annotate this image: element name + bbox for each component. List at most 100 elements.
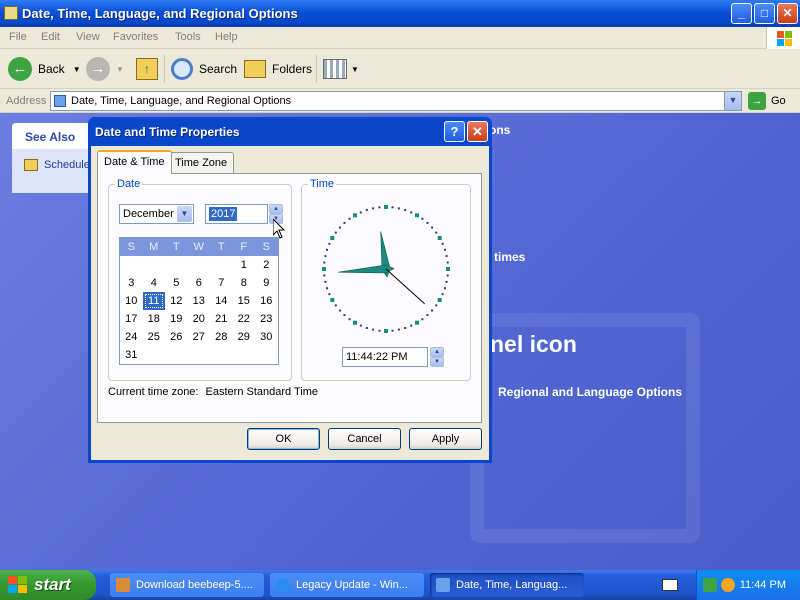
search-button[interactable]: Search — [171, 57, 237, 81]
calendar-day[interactable]: 3 — [120, 274, 143, 292]
calendar-day[interactable]: 20 — [188, 310, 211, 328]
up-folder-icon: ↑ — [136, 58, 158, 80]
calendar-day[interactable]: 17 — [120, 310, 143, 328]
analog-clock — [322, 205, 450, 333]
month-select[interactable]: December ▼ — [119, 204, 194, 224]
calendar-day[interactable]: 11 — [142, 292, 165, 310]
go-button[interactable]: → Go — [748, 92, 786, 110]
cancel-button[interactable]: Cancel — [328, 428, 401, 450]
see-also-header[interactable]: See Also — [12, 123, 92, 149]
calendar-day[interactable]: 7 — [210, 274, 233, 292]
task-link-fragment[interactable]: times — [494, 250, 525, 264]
dialog-titlebar[interactable]: Date and Time Properties ? ✕ — [91, 117, 489, 146]
taskbar-item-legacy-update[interactable]: Legacy Update - Win... — [270, 573, 424, 597]
clock-second-hand — [385, 268, 425, 305]
views-dropdown-icon[interactable]: ▼ — [351, 65, 359, 74]
calendar-day[interactable]: 15 — [233, 292, 256, 310]
calendar-day[interactable]: 24 — [120, 328, 143, 346]
date-group: Date December ▼ 2017 ▲ ▼ SMTWTFS 1234567… — [108, 178, 292, 381]
keyboard-icon[interactable] — [662, 579, 678, 591]
calendar-day[interactable]: 30 — [255, 328, 278, 346]
forward-button[interactable]: → ▼ — [86, 57, 124, 81]
address-input[interactable]: Date, Time, Language, and Regional Optio… — [50, 91, 742, 111]
clock-minute-tick — [328, 293, 331, 296]
maximize-button[interactable]: □ — [754, 3, 775, 24]
time-spinner[interactable]: ▲ ▼ — [430, 347, 444, 367]
regional-language-options-link[interactable]: Regional and Language Options — [498, 385, 682, 399]
spinner-down-icon[interactable]: ▼ — [430, 357, 444, 367]
calendar-day[interactable]: 18 — [143, 310, 166, 328]
taskbar-item-download[interactable]: Download beebeep-5.... — [110, 573, 264, 597]
calendar-day[interactable]: 26 — [165, 328, 188, 346]
clock-minute-tick — [324, 255, 327, 258]
month-calendar[interactable]: SMTWTFS 1 2 3 4 5 6 7 8 9 10 11 12 13 14 15 16 17 18 19 20 2… — [119, 237, 279, 365]
calendar-day-grid[interactable]: 1 2 3 4 5 6 7 8 9 10 11 12 13 14 15 16 17 18 19 20 21 22 23 24 2… — [120, 256, 278, 364]
calendar-day[interactable]: 14 — [210, 292, 233, 310]
spinner-up-icon[interactable]: ▲ — [269, 204, 283, 214]
dialog-body: Date & Time Time Zone Date December ▼ 20… — [91, 146, 489, 460]
calendar-day[interactable]: 8 — [233, 274, 256, 292]
clock-minute-tick — [391, 206, 394, 209]
calendar-day[interactable]: 25 — [143, 328, 166, 346]
back-dropdown-icon[interactable]: ▼ — [73, 65, 81, 74]
calendar-day[interactable]: 4 — [143, 274, 166, 292]
clock-hour-tick — [384, 329, 388, 333]
calendar-day[interactable]: 29 — [233, 328, 256, 346]
apply-button[interactable]: Apply — [409, 428, 482, 450]
calendar-day[interactable]: 21 — [210, 310, 233, 328]
clock-minute-tick — [397, 207, 400, 210]
calendar-day[interactable]: 16 — [255, 292, 278, 310]
minimize-button[interactable]: _ — [731, 3, 752, 24]
time-input[interactable]: 11:44:22 PM — [342, 347, 428, 367]
weekday-label: W — [193, 241, 204, 253]
calendar-day[interactable]: 6 — [188, 274, 211, 292]
calendar-day[interactable]: 5 — [165, 274, 188, 292]
menu-file[interactable]: File — [9, 31, 27, 43]
calendar-empty-cell — [210, 256, 233, 274]
year-input[interactable]: 2017 — [205, 204, 268, 224]
menu-help[interactable]: Help — [215, 31, 238, 43]
security-shield-icon[interactable] — [703, 578, 717, 592]
menu-edit[interactable]: Edit — [41, 31, 60, 43]
start-button[interactable]: start — [0, 570, 96, 600]
tab-time-zone[interactable]: Time Zone — [168, 152, 235, 173]
calendar-day[interactable]: 22 — [233, 310, 256, 328]
calendar-day[interactable]: 23 — [255, 310, 278, 328]
menu-view[interactable]: View — [76, 31, 100, 43]
calendar-day[interactable]: 28 — [210, 328, 233, 346]
background-heading-fragment: ons — [489, 123, 511, 137]
forward-dropdown-icon[interactable]: ▼ — [116, 65, 124, 74]
back-button[interactable]: ← Back ▼ — [8, 57, 81, 81]
calendar-day[interactable]: 27 — [188, 328, 211, 346]
ok-button[interactable]: OK — [247, 428, 320, 450]
address-dropdown-icon[interactable]: ▼ — [724, 92, 741, 110]
calendar-day[interactable]: 10 — [120, 292, 143, 310]
taskbar-item-date-time[interactable]: Date, Time, Languag... — [430, 573, 584, 597]
see-also-schedule-link[interactable]: Schedule — [24, 159, 90, 171]
taskbar-clock[interactable]: 11:44 PM — [740, 579, 786, 591]
year-value: 2017 — [209, 207, 238, 221]
help-button[interactable]: ? — [444, 121, 465, 142]
calendar-day[interactable]: 31 — [120, 346, 143, 364]
menu-favorites[interactable]: Favorites — [113, 31, 158, 43]
window-titlebar[interactable]: Date, Time, Language, and Regional Optio… — [0, 0, 800, 27]
close-button[interactable]: ✕ — [777, 3, 798, 24]
calendar-day[interactable]: 12 — [165, 292, 188, 310]
calendar-day[interactable]: 1 — [233, 256, 256, 274]
calendar-day[interactable]: 2 — [255, 256, 278, 274]
tab-date-time[interactable]: Date & Time — [97, 150, 172, 174]
clock-minute-tick — [410, 211, 413, 214]
search-tray-icon[interactable] — [721, 578, 735, 592]
calendar-day[interactable]: 19 — [165, 310, 188, 328]
menu-tools[interactable]: Tools — [175, 31, 201, 43]
calendar-day[interactable]: 9 — [255, 274, 278, 292]
spinner-up-icon[interactable]: ▲ — [430, 347, 444, 357]
weekday-label: F — [240, 241, 248, 253]
up-folder-button[interactable]: ↑ — [136, 57, 158, 81]
calendar-day[interactable]: 13 — [188, 292, 211, 310]
calendar-empty-cell — [120, 256, 143, 274]
folders-button[interactable]: Folders — [244, 57, 312, 81]
dialog-close-button[interactable]: ✕ — [467, 121, 488, 142]
views-button[interactable]: ▼ — [323, 57, 359, 81]
control-panel-icon — [4, 6, 18, 20]
